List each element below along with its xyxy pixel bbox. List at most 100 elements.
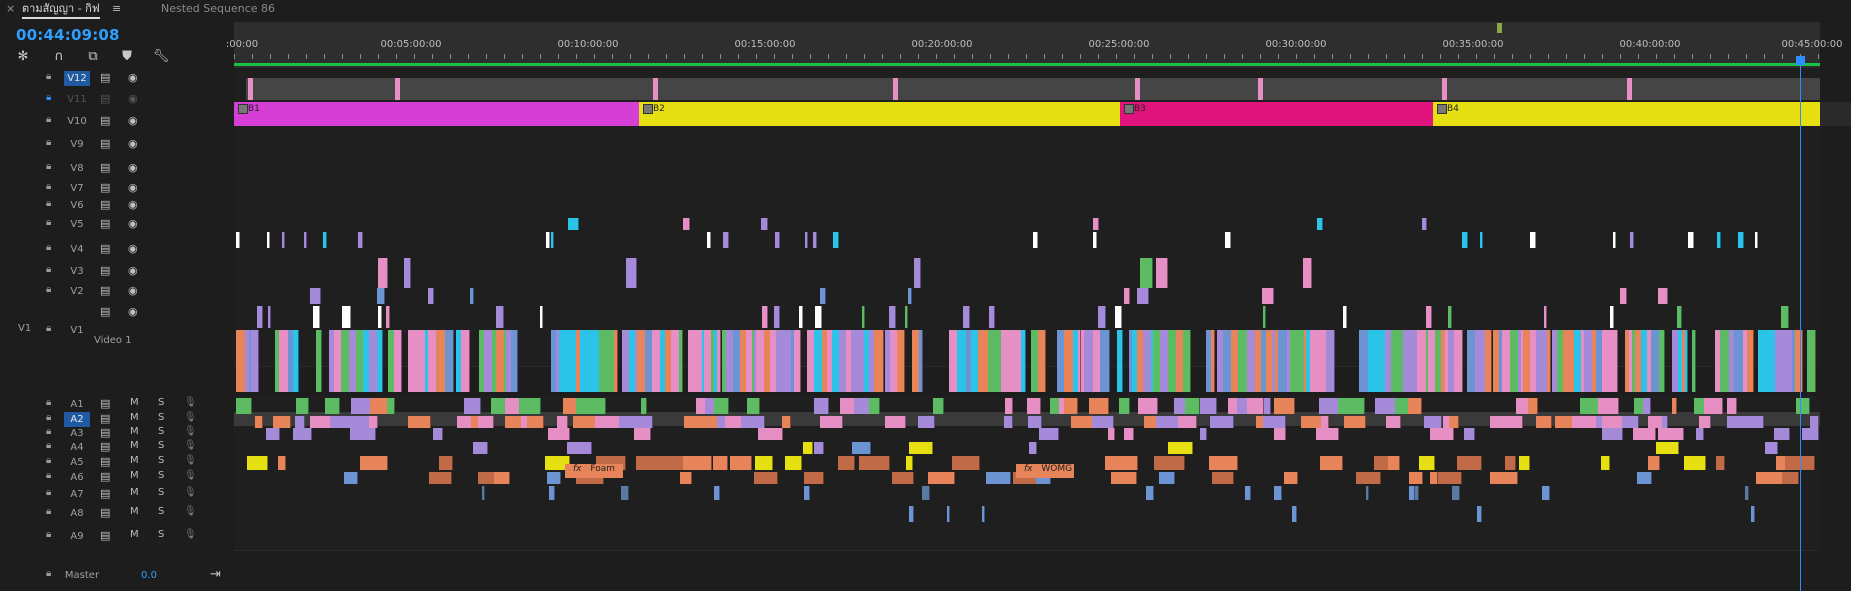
clip[interactable] (1477, 506, 1482, 522)
clip[interactable] (1609, 330, 1618, 392)
clip[interactable] (387, 398, 395, 414)
solo-button[interactable]: S (158, 529, 164, 540)
mute-button[interactable]: M (130, 426, 139, 437)
clip[interactable] (833, 232, 839, 248)
clip[interactable] (1479, 232, 1484, 248)
clip[interactable] (310, 416, 332, 428)
lock-icon[interactable]: 🔒︎ (46, 92, 51, 103)
clip[interactable] (1321, 416, 1329, 428)
clip[interactable] (683, 456, 713, 470)
clip[interactable] (1338, 398, 1354, 414)
clip[interactable] (464, 398, 481, 414)
clip[interactable] (913, 258, 921, 288)
clip[interactable] (1658, 330, 1666, 392)
clip[interactable] (717, 330, 721, 392)
clip[interactable] (1781, 306, 1789, 328)
unlock-icon[interactable]: 🔒︎ (46, 397, 51, 408)
clip[interactable] (1124, 428, 1135, 440)
clip[interactable] (626, 258, 638, 288)
clip[interactable] (1684, 456, 1707, 470)
clip[interactable] (896, 330, 905, 392)
eye-icon[interactable]: ◉ (128, 242, 138, 255)
clip[interactable] (1116, 330, 1123, 392)
clip[interactable] (729, 456, 752, 470)
mute-button[interactable]: M (130, 529, 139, 540)
clip[interactable] (369, 416, 378, 428)
clip[interactable] (573, 416, 596, 428)
clip[interactable] (527, 416, 544, 428)
clip[interactable] (1395, 398, 1410, 414)
clip[interactable] (1755, 472, 1783, 484)
solo-button[interactable]: S (158, 412, 164, 423)
track-name[interactable]: V5 (64, 217, 90, 232)
clip[interactable] (799, 306, 804, 328)
clip[interactable] (254, 416, 264, 428)
clip[interactable] (1536, 416, 1553, 428)
clip[interactable] (1168, 442, 1194, 454)
clip[interactable] (350, 428, 376, 440)
clip[interactable] (985, 472, 1012, 484)
unlock-icon[interactable]: 🔒︎ (46, 529, 51, 540)
clip[interactable] (408, 416, 431, 428)
unlock-icon[interactable]: 🔒︎ (46, 264, 51, 275)
clip[interactable] (723, 232, 729, 248)
clip[interactable] (1155, 258, 1169, 288)
clip[interactable] (556, 416, 569, 428)
track-lane[interactable] (234, 426, 1820, 440)
clip[interactable] (1105, 456, 1139, 470)
clip[interactable] (548, 486, 556, 500)
unlock-icon[interactable]: 🔒︎ (46, 426, 51, 437)
track-lane[interactable] (234, 198, 1820, 212)
clip[interactable] (341, 306, 351, 328)
clip[interactable] (1274, 486, 1283, 500)
nested-sequence-clip[interactable]: B3 (1120, 102, 1433, 126)
clip[interactable] (1676, 306, 1683, 328)
solo-button[interactable]: S (158, 455, 164, 466)
clip[interactable] (628, 416, 653, 428)
wrench-icon[interactable]: 🔧︎ (152, 48, 170, 66)
clip[interactable] (804, 232, 809, 248)
clip[interactable] (746, 398, 761, 414)
clip[interactable] (377, 288, 385, 304)
clip[interactable] (661, 456, 685, 470)
eye-icon[interactable]: ◉ (128, 137, 138, 150)
clip[interactable] (907, 288, 913, 304)
toggle-sync-lock-icon[interactable]: ▤ (100, 426, 110, 439)
clip[interactable] (268, 306, 272, 328)
v12-clip[interactable] (653, 78, 658, 100)
track-lane[interactable] (234, 504, 1820, 522)
clip[interactable] (861, 306, 866, 328)
clip[interactable] (1247, 398, 1265, 414)
clip[interactable] (265, 428, 281, 440)
unlock-icon[interactable]: 🔒︎ (46, 568, 51, 579)
clip[interactable] (1262, 288, 1274, 304)
clip[interactable] (1004, 416, 1013, 428)
clip[interactable] (1225, 232, 1231, 248)
time-ruler[interactable]: :00:00 00:05:00:00 00:10:00:00 00:15:00:00 0… (226, 22, 1843, 68)
microphone-icon[interactable]: 🎙︎ (184, 426, 197, 437)
clip[interactable] (1630, 232, 1634, 248)
clip[interactable] (1292, 506, 1297, 522)
clip[interactable] (1385, 416, 1401, 428)
clip[interactable] (1303, 258, 1313, 288)
eye-icon[interactable]: ◉ (128, 92, 138, 105)
clip[interactable] (928, 472, 955, 484)
clip[interactable] (247, 456, 269, 470)
clip[interactable] (594, 416, 620, 428)
clip[interactable] (1088, 398, 1110, 414)
toggle-sync-lock-icon[interactable]: ▤ (100, 487, 110, 500)
clip[interactable] (1452, 486, 1460, 500)
clip[interactable] (840, 398, 855, 414)
clip[interactable] (1004, 398, 1013, 414)
eye-icon[interactable]: ◉ (128, 114, 138, 127)
microphone-icon[interactable]: 🎙︎ (184, 506, 197, 517)
clip[interactable] (295, 398, 309, 414)
mute-button[interactable]: M (130, 506, 139, 517)
unlock-icon[interactable]: 🔒︎ (46, 161, 51, 172)
clip[interactable] (1273, 428, 1287, 440)
toggle-sync-lock-icon[interactable]: ▤ (100, 506, 110, 519)
clip[interactable] (1315, 428, 1340, 440)
clip[interactable] (713, 486, 720, 500)
clip[interactable] (761, 218, 768, 230)
clip[interactable] (1325, 330, 1335, 392)
